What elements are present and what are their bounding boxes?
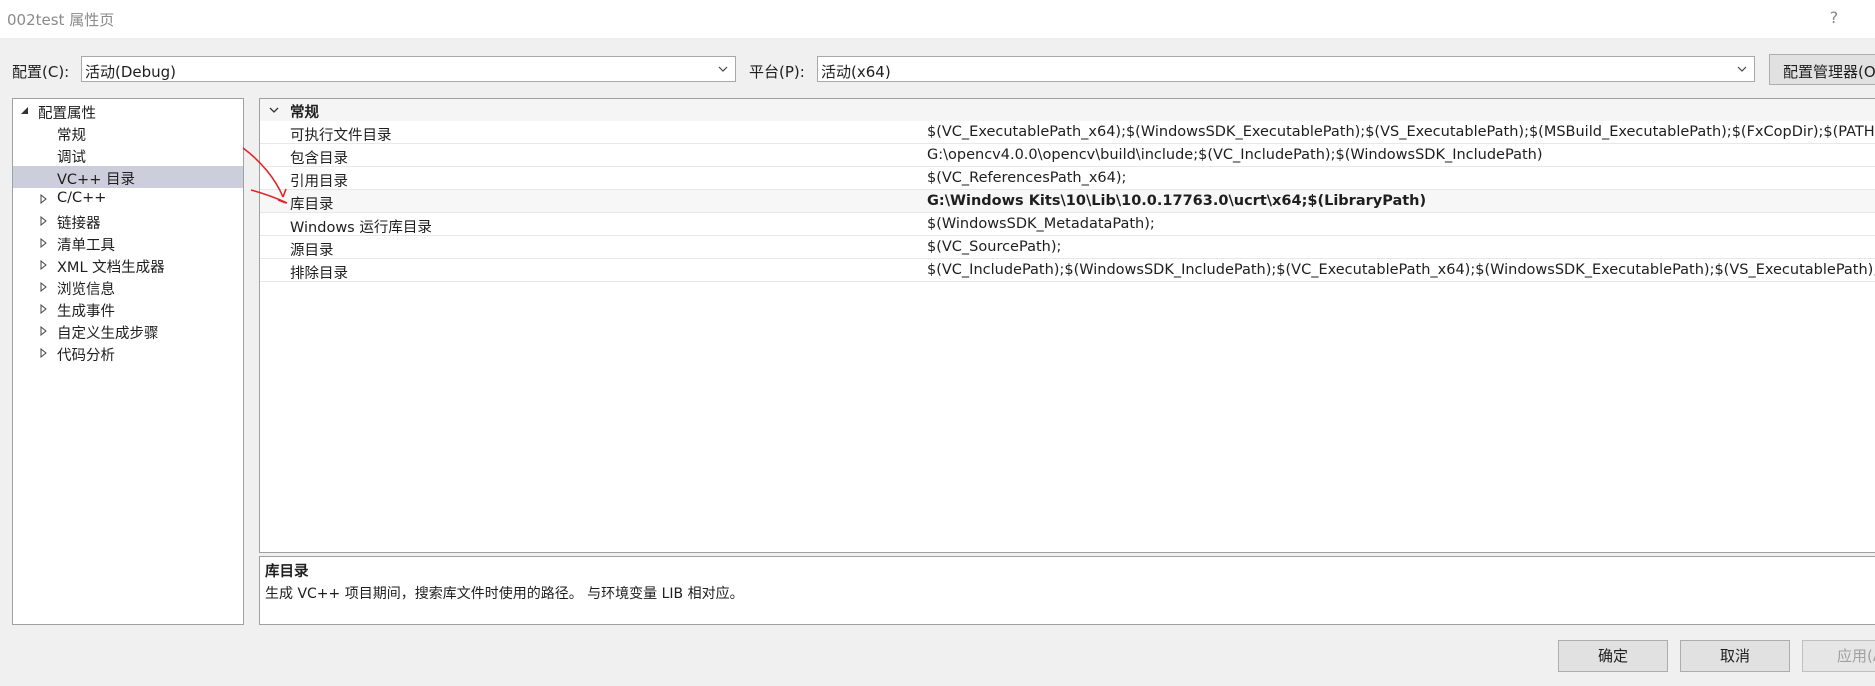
tree-item-linker[interactable]: 链接器	[13, 210, 243, 232]
tree-item-vc-directories[interactable]: VC++ 目录	[13, 166, 243, 188]
tree-item-general[interactable]: 常规	[13, 122, 243, 144]
property-value[interactable]: $(VC_ExecutablePath_x64);$(WindowsSDK_Ex…	[927, 124, 1875, 140]
apply-button[interactable]: 应用(A	[1802, 640, 1875, 672]
configuration-manager-button[interactable]: 配置管理器(O	[1769, 54, 1875, 85]
help-icon[interactable]: ?	[1824, 8, 1844, 30]
tree-item-label: 清单工具	[57, 238, 115, 254]
category-label: 常规	[290, 105, 319, 121]
expand-triangle-icon[interactable]	[39, 348, 49, 358]
property-row-library-dirs[interactable]: 库目录 G:\Windows Kits\10\Lib\10.0.17763.0\…	[260, 190, 1875, 213]
tree-root-label: 配置属性	[38, 106, 96, 122]
property-row-source-dirs[interactable]: 源目录 $(VC_SourcePath);	[260, 236, 1875, 259]
config-value: 活动(Debug)	[85, 63, 177, 81]
tree-root-config-properties[interactable]: 配置属性	[13, 100, 243, 122]
property-name: 可执行文件目录	[290, 128, 392, 144]
property-name: 源目录	[290, 243, 334, 259]
tree-item-code-analysis[interactable]: 代码分析	[13, 342, 243, 364]
tree-item-browse-information[interactable]: 浏览信息	[13, 276, 243, 298]
expand-triangle-icon[interactable]	[39, 304, 49, 314]
property-name: 包含目录	[290, 151, 348, 167]
tree-item-manifest-tool[interactable]: 清单工具	[13, 232, 243, 254]
tree-item-label: C/C++	[57, 190, 107, 206]
ok-button[interactable]: 确定	[1558, 640, 1668, 672]
property-value[interactable]: G:\Windows Kits\10\Lib\10.0.17763.0\ucrt…	[927, 193, 1426, 209]
property-row-winrt-dirs[interactable]: Windows 运行库目录 $(WindowsSDK_MetadataPath)…	[260, 213, 1875, 236]
expand-triangle-icon[interactable]	[39, 326, 49, 336]
tree-item-xml-doc-generator[interactable]: XML 文档生成器	[13, 254, 243, 276]
tree-item-label: XML 文档生成器	[57, 260, 165, 276]
platform-value: 活动(x64)	[821, 63, 891, 81]
property-name: 排除目录	[290, 266, 348, 282]
description-panel: 库目录 生成 VC++ 项目期间，搜索库文件时使用的路径。 与环境变量 LIB …	[259, 556, 1875, 625]
tree-item-build-events[interactable]: 生成事件	[13, 298, 243, 320]
config-label: 配置(C):	[12, 63, 70, 81]
title-bar: 002test 属性页 ?	[0, 0, 1875, 38]
config-dropdown[interactable]: 活动(Debug)	[81, 56, 736, 82]
collapse-triangle-icon[interactable]	[20, 106, 30, 116]
property-row-executable-dirs[interactable]: 可执行文件目录 $(VC_ExecutablePath_x64);$(Windo…	[260, 121, 1875, 144]
dropdown-arrow-icon	[1737, 66, 1747, 72]
tree-item-c-cpp[interactable]: C/C++	[13, 188, 243, 210]
dropdown-arrow-icon	[718, 66, 728, 72]
expand-triangle-icon[interactable]	[39, 282, 49, 292]
property-name: Windows 运行库目录	[290, 220, 432, 236]
tree-item-label: VC++ 目录	[57, 172, 135, 188]
property-pages-dialog: 002test 属性页 ? 配置(C): 活动(Debug) 平台(P): 活动…	[0, 0, 1875, 686]
property-row-exclude-dirs[interactable]: 排除目录 $(VC_IncludePath);$(WindowsSDK_Incl…	[260, 259, 1875, 282]
property-value[interactable]: $(VC_IncludePath);$(WindowsSDK_IncludePa…	[927, 262, 1875, 278]
collapse-chevron-icon[interactable]	[269, 106, 279, 114]
platform-label: 平台(P):	[749, 63, 805, 81]
property-row-include-dirs[interactable]: 包含目录 G:\opencv4.0.0\opencv\build\include…	[260, 144, 1875, 167]
property-name: 库目录	[290, 197, 334, 213]
tree-item-label: 生成事件	[57, 304, 115, 320]
tree-item-debugging[interactable]: 调试	[13, 144, 243, 166]
property-value[interactable]: $(VC_ReferencesPath_x64);	[927, 170, 1126, 186]
expand-triangle-icon[interactable]	[39, 238, 49, 248]
tree-item-custom-build-step[interactable]: 自定义生成步骤	[13, 320, 243, 342]
description-text: 生成 VC++ 项目期间，搜索库文件时使用的路径。 与环境变量 LIB 相对应。	[265, 586, 744, 602]
tree-item-label: 链接器	[57, 216, 101, 232]
tree-item-label: 调试	[57, 150, 86, 166]
property-row-reference-dirs[interactable]: 引用目录 $(VC_ReferencesPath_x64);	[260, 167, 1875, 190]
tree-item-label: 自定义生成步骤	[57, 326, 159, 342]
tree-item-label: 代码分析	[57, 348, 115, 364]
property-value[interactable]: G:\opencv4.0.0\opencv\build\include;$(VC…	[927, 147, 1543, 163]
expand-triangle-icon[interactable]	[39, 260, 49, 270]
cancel-button[interactable]: 取消	[1680, 640, 1790, 672]
expand-triangle-icon[interactable]	[39, 216, 49, 226]
expand-triangle-icon[interactable]	[39, 194, 49, 204]
tree-item-label: 常规	[57, 128, 86, 144]
property-tree: 配置属性 常规 调试 VC++ 目录 C/C++ 链接器 清单工具 XML 文档…	[12, 98, 244, 625]
category-general[interactable]: 常规	[260, 99, 1875, 121]
property-grid: 常规 可执行文件目录 $(VC_ExecutablePath_x64);$(Wi…	[259, 98, 1875, 553]
configuration-bar: 配置(C): 活动(Debug) 平台(P): 活动(x64) 配置管理器(O	[0, 38, 1875, 98]
platform-dropdown[interactable]: 活动(x64)	[817, 56, 1755, 82]
property-name: 引用目录	[290, 174, 348, 190]
tree-item-label: 浏览信息	[57, 282, 115, 298]
description-title: 库目录	[265, 564, 309, 580]
property-value[interactable]: $(WindowsSDK_MetadataPath);	[927, 216, 1155, 232]
property-value[interactable]: $(VC_SourcePath);	[927, 239, 1061, 255]
window-title: 002test 属性页	[7, 11, 115, 29]
